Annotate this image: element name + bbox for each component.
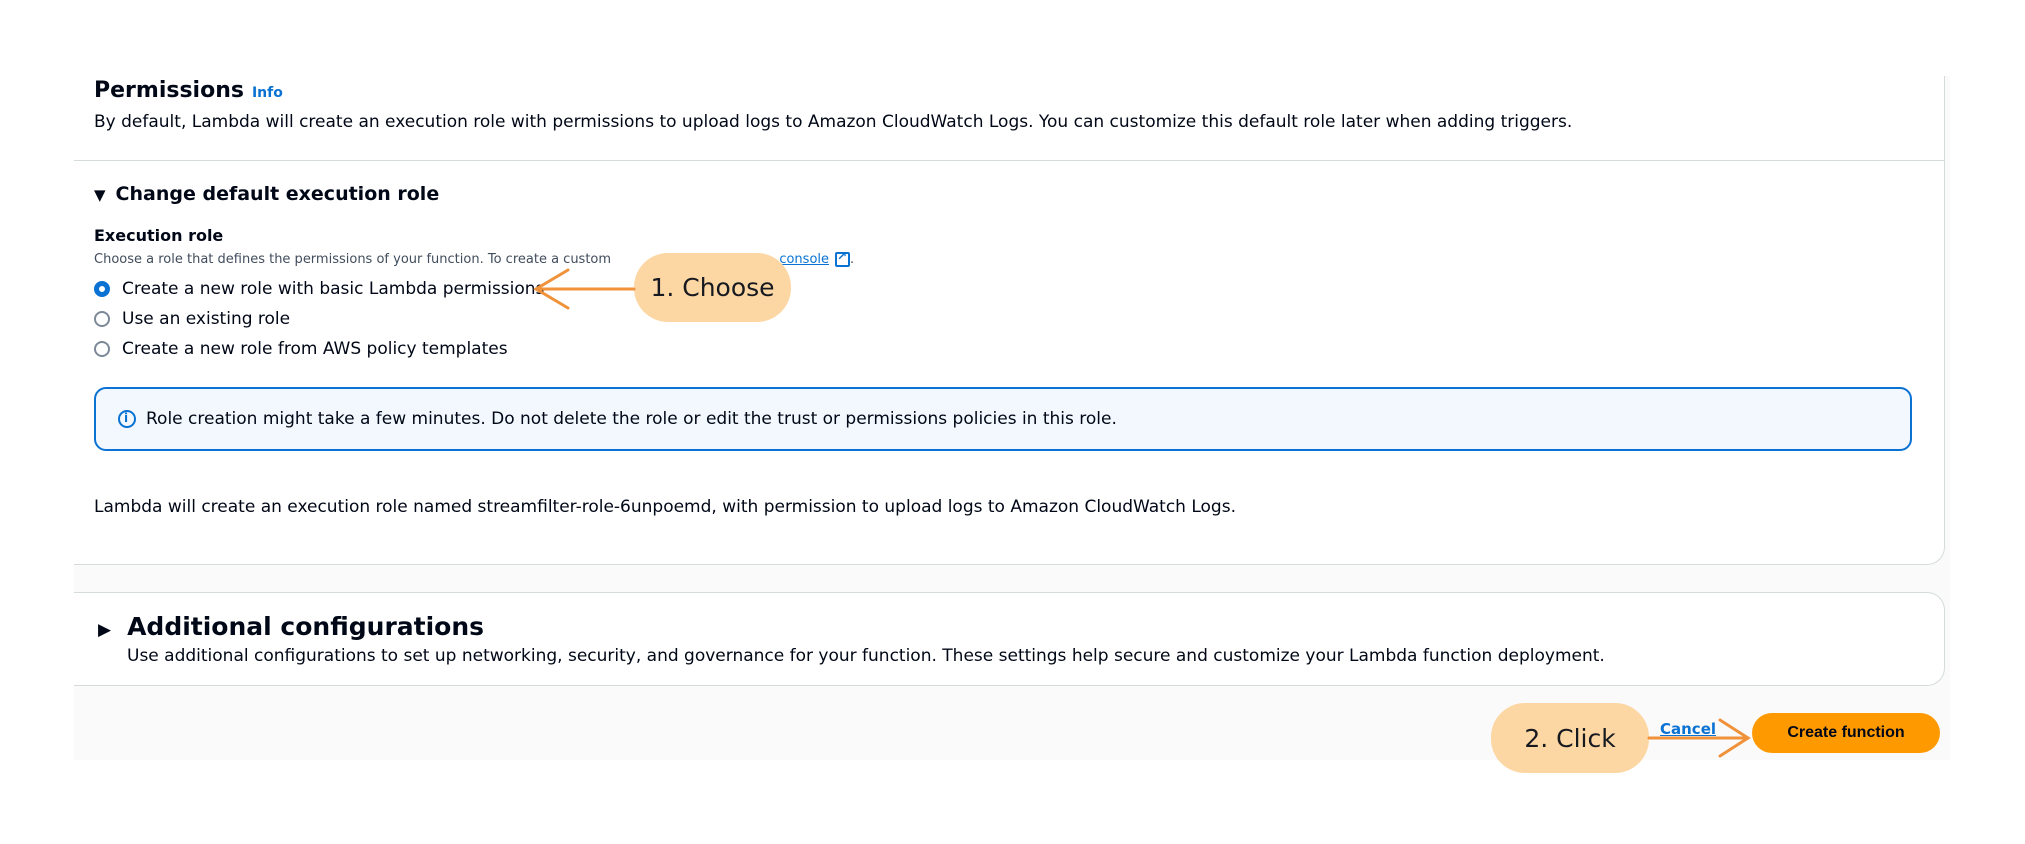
radio-icon[interactable]	[94, 311, 110, 327]
radio-option-new-basic-role[interactable]: Create a new role with basic Lambda perm…	[94, 279, 544, 299]
description-text: Choose a role that defines the permissio…	[94, 252, 612, 267]
role-name-note: Lambda will create an execution role nam…	[94, 497, 1236, 517]
change-execution-role-expander[interactable]: ▼ Change default execution role	[94, 183, 439, 205]
create-function-button[interactable]: Create function	[1752, 713, 1940, 753]
additional-configurations-description: Use additional configurations to set up …	[127, 646, 1605, 666]
caret-right-icon: ▶	[98, 620, 112, 640]
radio-icon[interactable]	[94, 341, 110, 357]
step-2-callout: 2. Click	[1491, 703, 1649, 773]
additional-configurations-expander[interactable]: ▶ Additional configurations	[98, 612, 484, 641]
execution-role-label: Execution role	[94, 226, 224, 245]
radio-option-policy-templates[interactable]: Create a new role from AWS policy templa…	[94, 339, 508, 359]
alert-text: Role creation might take a few minutes. …	[146, 409, 1117, 429]
permissions-title: Permissions	[94, 78, 244, 103]
radio-label: Create a new role from AWS policy templa…	[122, 339, 508, 359]
cancel-button[interactable]: Cancel	[1660, 720, 1716, 738]
info-circle-icon	[118, 410, 136, 428]
expander-label: Change default execution role	[115, 183, 440, 205]
divider	[74, 160, 1944, 161]
additional-configurations-title: Additional configurations	[127, 612, 485, 641]
radio-label: Create a new role with basic Lambda perm…	[122, 279, 545, 299]
radio-label: Use an existing role	[122, 309, 291, 329]
step-1-callout: 1. Choose	[634, 253, 791, 322]
info-alert: Role creation might take a few minutes. …	[94, 387, 1912, 451]
iam-console-link[interactable]: console	[779, 252, 829, 267]
radio-option-existing-role[interactable]: Use an existing role	[94, 309, 290, 329]
external-link-icon	[835, 249, 851, 267]
caret-down-icon: ▼	[94, 186, 106, 204]
permissions-description: By default, Lambda will create an execut…	[94, 112, 1573, 132]
info-link[interactable]: Info	[252, 85, 283, 101]
permissions-panel	[74, 76, 1945, 565]
permissions-header: Permissions Info	[94, 78, 283, 103]
radio-icon[interactable]	[94, 281, 110, 297]
